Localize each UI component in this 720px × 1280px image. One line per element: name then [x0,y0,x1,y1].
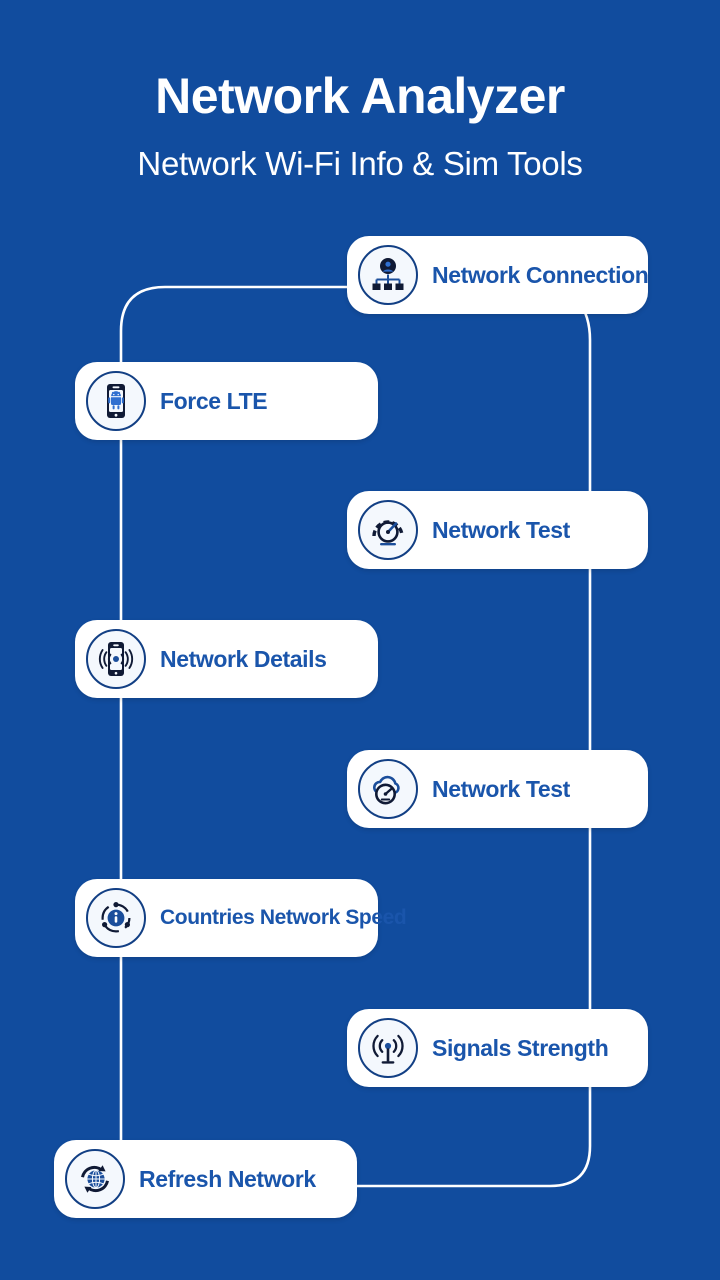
app-screen: Network Analyzer Network Wi-Fi Info & Si… [0,0,720,1280]
card-network-test-2[interactable]: Network Test [347,750,648,828]
card-label: Network Connection [432,261,649,288]
card-label: Signals Strength [432,1034,609,1061]
card-force-lte[interactable]: Force LTE [75,362,378,440]
card-label: Countries Network Speed [160,906,407,929]
card-network-test-1[interactable]: Network Test [347,491,648,569]
force-lte-phone-android-icon [86,371,146,431]
info-orbit-icon [86,888,146,948]
card-label: Network Test [432,775,570,802]
phone-signal-waves-icon [86,629,146,689]
page-subtitle: Network Wi-Fi Info & Sim Tools [137,145,583,182]
globe-refresh-icon [65,1149,125,1209]
card-countries-network-speed[interactable]: Countries Network Speed [75,879,407,957]
card-network-connection[interactable]: Network Connection [347,236,649,314]
antenna-broadcast-icon [358,1018,418,1078]
card-network-details[interactable]: Network Details [75,620,378,698]
card-label: Force LTE [160,387,268,414]
card-label: Network Test [432,516,570,543]
network-connection-icon [358,245,418,305]
page-title: Network Analyzer [155,68,565,124]
speedometer-icon [358,500,418,560]
card-label: Refresh Network [139,1165,316,1192]
card-refresh-network[interactable]: Refresh Network [54,1140,357,1218]
card-signals-strength[interactable]: Signals Strength [347,1009,648,1087]
cloud-speedometer-icon [358,759,418,819]
card-label: Network Details [160,645,327,672]
